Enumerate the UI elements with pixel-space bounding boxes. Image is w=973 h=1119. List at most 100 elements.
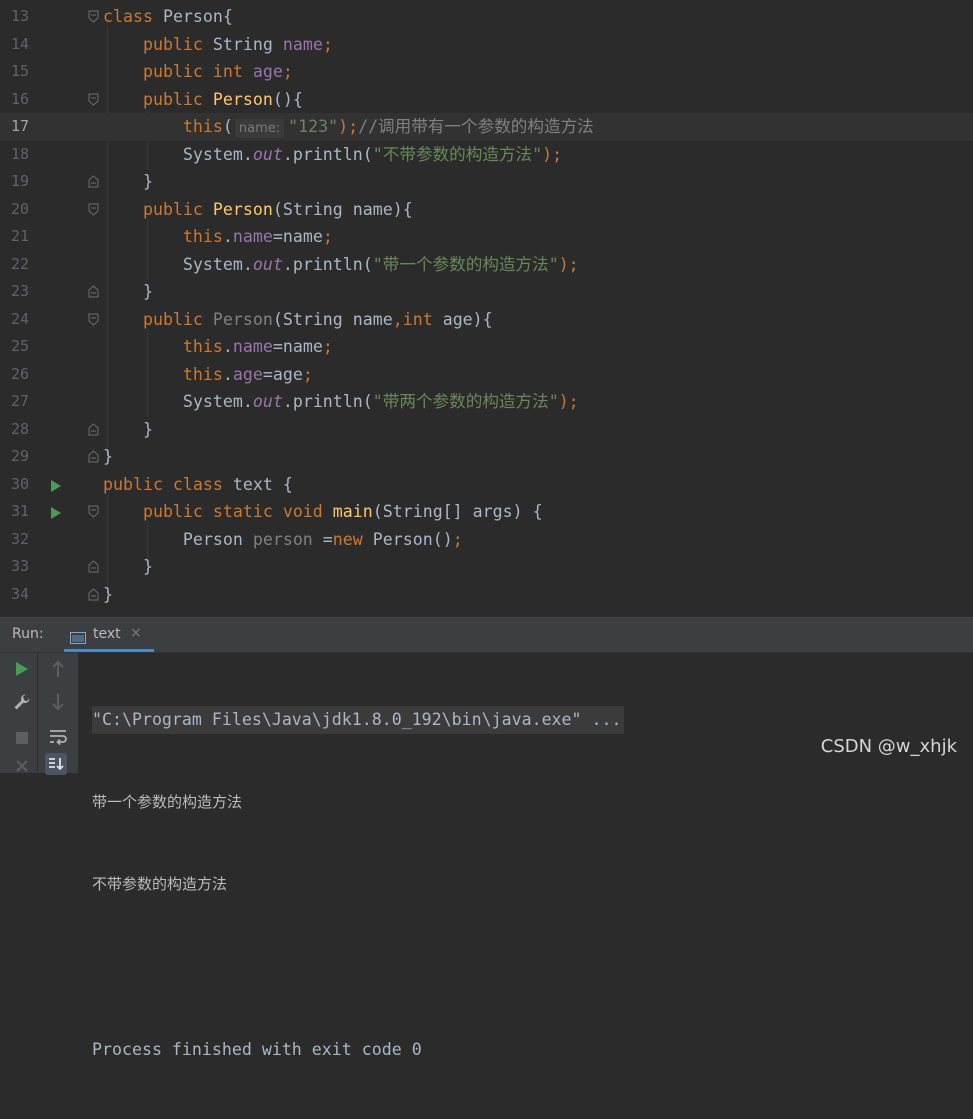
line-number[interactable]: 26	[0, 361, 29, 389]
code-line[interactable]: 31 public static void main(String[] args…	[0, 498, 973, 526]
code-text: Person person =new Person();	[103, 526, 463, 554]
tab-text[interactable]: text ×	[64, 618, 154, 652]
code-line[interactable]: 26 this.age=age;	[0, 361, 973, 389]
fold-open-icon[interactable]	[88, 10, 99, 23]
code-token: out	[252, 254, 283, 274]
line-number[interactable]: 18	[0, 141, 29, 169]
line-number[interactable]: 31	[0, 498, 29, 526]
line-number[interactable]: 13	[0, 3, 29, 31]
close-icon[interactable]: ×	[130, 625, 142, 641]
code-text: System.out.println("带两个参数的构造方法");	[103, 388, 579, 416]
stop-button[interactable]	[11, 727, 33, 749]
up-stack-button[interactable]	[47, 658, 69, 680]
line-number[interactable]: 22	[0, 251, 29, 279]
line-number[interactable]: 25	[0, 333, 29, 361]
console-output[interactable]: "C:\Program Files\Java\jdk1.8.0_192\bin\…	[92, 651, 624, 1119]
console-exit-line: Process finished with exit code 0	[92, 1040, 422, 1059]
line-number[interactable]: 23	[0, 278, 29, 306]
wrench-icon	[14, 694, 30, 710]
line-number[interactable]: 34	[0, 581, 29, 609]
line-number[interactable]: 16	[0, 86, 29, 114]
code-line[interactable]: 34}	[0, 581, 973, 609]
code-line[interactable]: 19 }	[0, 168, 973, 196]
code-token: public	[103, 199, 213, 219]
line-number[interactable]: 19	[0, 168, 29, 196]
fold-open-icon[interactable]	[88, 313, 99, 326]
line-number[interactable]: 33	[0, 553, 29, 581]
line-number[interactable]: 17	[0, 113, 29, 141]
fold-open-icon[interactable]	[88, 203, 99, 216]
code-token: class	[103, 7, 163, 26]
line-number[interactable]: 30	[0, 471, 29, 499]
line-number[interactable]: 27	[0, 388, 29, 416]
code-token: ;	[322, 34, 333, 54]
watermark: CSDN @w_xhjk	[820, 736, 957, 757]
code-line[interactable]: 20 public Person(String name){	[0, 196, 973, 224]
code-line[interactable]: 24 public Person(String name,int age){	[0, 306, 973, 334]
code-token: "123"	[288, 117, 339, 136]
console-output-line: 带一个参数的构造方法	[92, 792, 243, 811]
code-token: out	[252, 392, 283, 411]
code-token: =name	[272, 227, 323, 246]
code-line[interactable]: 23 }	[0, 278, 973, 306]
run-gutter-icon[interactable]	[50, 478, 62, 492]
line-number[interactable]: 14	[0, 31, 29, 59]
code-line[interactable]: 14 public String name;	[0, 31, 973, 59]
code-token: text {	[232, 474, 293, 494]
settings-button[interactable]	[11, 691, 33, 713]
code-token: }	[103, 584, 113, 604]
fold-open-icon[interactable]	[88, 505, 99, 518]
code-token: }	[103, 282, 153, 301]
code-token: Person()	[372, 529, 453, 549]
line-number[interactable]: 15	[0, 58, 29, 86]
code-token: this	[103, 364, 223, 384]
line-number[interactable]: 32	[0, 526, 29, 554]
line-number[interactable]: 24	[0, 306, 29, 334]
code-line[interactable]: 32 Person person =new Person();	[0, 526, 973, 554]
soft-wrap-button[interactable]	[47, 726, 69, 748]
code-line[interactable]: 30 public class text {	[0, 471, 973, 499]
close-run-button[interactable]	[11, 755, 33, 777]
run-gutter-icon[interactable]	[50, 505, 62, 519]
code-line[interactable]: 15 public int age;	[0, 58, 973, 86]
code-line[interactable]: 16 public Person(){	[0, 86, 973, 114]
code-line[interactable]: 29}	[0, 443, 973, 471]
code-editor[interactable]: 13 class Person{14 public String name; 15 …	[0, 0, 973, 617]
code-line[interactable]: 25 this.name=name;	[0, 333, 973, 361]
code-token: age	[252, 62, 283, 81]
code-token: .println(	[282, 144, 373, 164]
scroll-end-icon	[49, 758, 64, 771]
code-text: public Person(String name){	[103, 196, 413, 224]
code-line[interactable]: 22 System.out.println("带一个参数的构造方法");	[0, 251, 973, 279]
code-line[interactable]: 21 this.name=name;	[0, 223, 973, 251]
code-token: "不带参数的构造方法"	[372, 144, 543, 164]
code-token: public static void	[103, 502, 333, 521]
code-line[interactable]: 13 class Person{	[0, 3, 973, 31]
rerun-button[interactable]	[11, 658, 33, 680]
arrow-down-icon	[52, 694, 64, 711]
line-number[interactable]: 28	[0, 416, 29, 444]
code-line[interactable]: 33 }	[0, 553, 973, 581]
code-token: public	[103, 89, 213, 109]
line-number[interactable]: 21	[0, 223, 29, 251]
code-line[interactable]: 27 System.out.println("带两个参数的构造方法");	[0, 388, 973, 416]
fold-close-icon[interactable]	[88, 175, 99, 188]
fold-close-icon[interactable]	[88, 422, 99, 436]
code-token: =	[322, 529, 333, 549]
line-number[interactable]: 29	[0, 443, 29, 471]
fold-close-icon[interactable]	[88, 587, 99, 601]
fold-close-icon[interactable]	[88, 450, 99, 463]
code-text: }	[103, 443, 113, 471]
fold-close-icon[interactable]	[88, 285, 99, 298]
down-stack-button[interactable]	[47, 691, 69, 713]
code-token: name	[232, 227, 273, 246]
line-number[interactable]: 20	[0, 196, 29, 224]
code-line[interactable]: 18 System.out.println("不带参数的构造方法");	[0, 141, 973, 169]
code-text: }	[103, 416, 153, 444]
code-line[interactable]: 17 this(name: "123");//调用带有一个参数的构造方法	[0, 113, 973, 141]
fold-open-icon[interactable]	[88, 93, 99, 106]
run-header: Run: text ×	[0, 618, 973, 653]
fold-close-icon[interactable]	[88, 560, 99, 573]
code-token: );	[542, 144, 563, 164]
code-line[interactable]: 28 }	[0, 416, 973, 444]
